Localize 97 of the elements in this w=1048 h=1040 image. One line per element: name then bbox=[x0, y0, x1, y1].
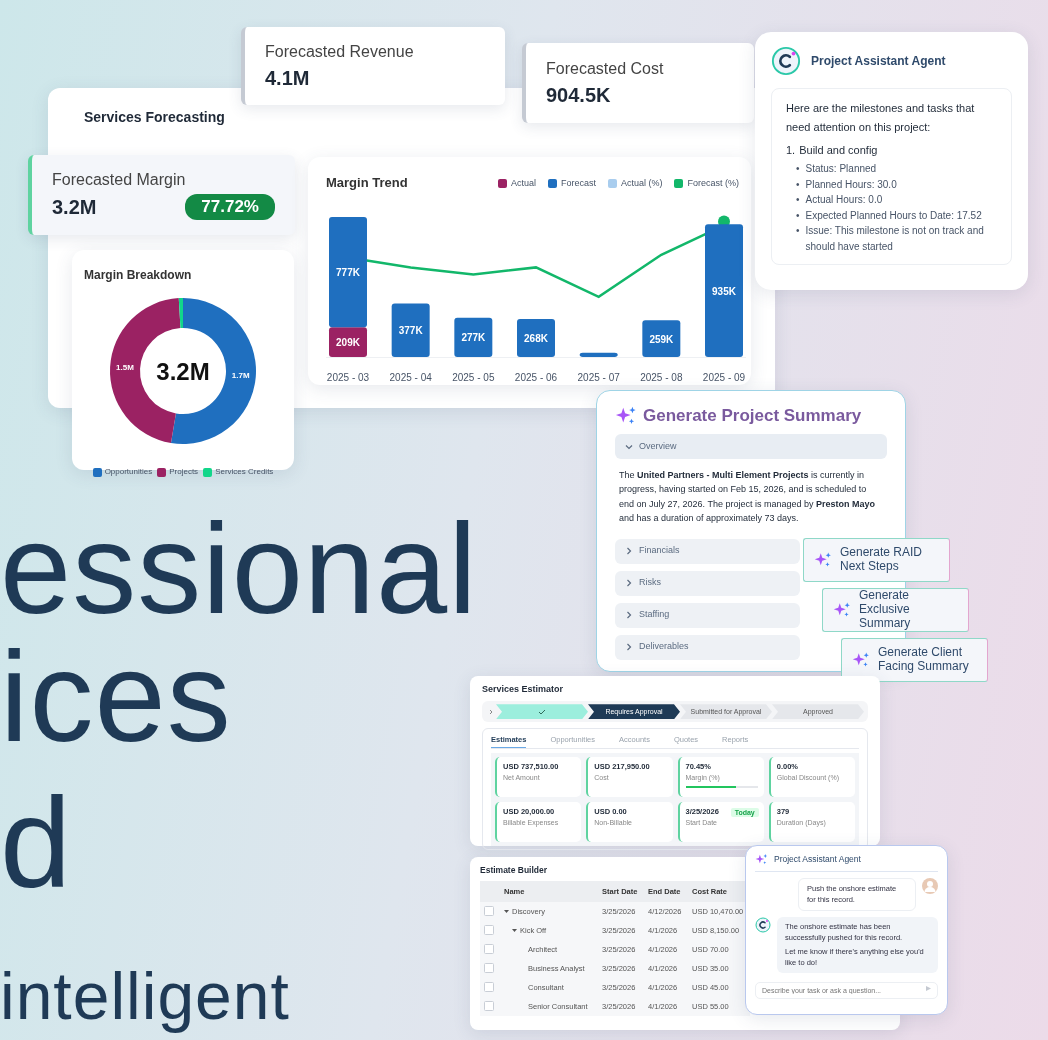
x-axis-label: 2025 - 08 bbox=[640, 372, 683, 384]
chevron-icon bbox=[625, 442, 633, 451]
bar-value-label: 209K bbox=[336, 337, 360, 349]
kpi-value: 4.1M bbox=[265, 65, 311, 91]
card-title: Estimate Builder bbox=[480, 865, 549, 876]
x-axis-label: 2025 - 09 bbox=[702, 372, 746, 384]
bar bbox=[454, 317, 493, 358]
list-number: 1. bbox=[786, 143, 796, 158]
legend-label: Forecast (%) bbox=[687, 177, 739, 189]
kpi-value: 904.5K bbox=[546, 82, 612, 108]
generate-button[interactable]: Generate Exclusive Summary bbox=[822, 588, 969, 632]
chevron-icon bbox=[625, 579, 633, 588]
chevron-icon bbox=[625, 547, 633, 556]
accordion-header[interactable]: Financials bbox=[615, 538, 800, 564]
legend-swatch bbox=[547, 178, 557, 188]
check-icon bbox=[538, 707, 546, 716]
bar bbox=[391, 303, 430, 358]
legend-label: Actual (%) bbox=[620, 177, 663, 189]
bullet-item: Status: Planned bbox=[805, 162, 877, 177]
row-checkbox[interactable] bbox=[484, 906, 494, 917]
x-axis-label: 2025 - 07 bbox=[577, 372, 620, 384]
accordion-header[interactable]: Risks bbox=[615, 570, 800, 596]
send-icon[interactable] bbox=[925, 985, 932, 992]
bullet-marker: • bbox=[796, 208, 800, 223]
generate-button[interactable]: Generate Client Facing Summary bbox=[841, 638, 988, 682]
bar-value-label: 277K bbox=[461, 332, 486, 344]
bar-value-label: 259K bbox=[649, 333, 674, 345]
segment-value-label: 1.7M bbox=[231, 370, 250, 381]
legend-swatch bbox=[497, 178, 507, 188]
generate-button[interactable]: Generate RAID Next Steps bbox=[803, 538, 950, 582]
bullet-marker: • bbox=[796, 193, 800, 208]
logo-icon bbox=[755, 917, 771, 933]
bar-value-label: 935K bbox=[712, 285, 736, 297]
legend-label: Forecast bbox=[560, 177, 596, 189]
bar bbox=[579, 353, 618, 358]
bar-value-label: 268K bbox=[524, 333, 548, 345]
chart-title: Margin Trend bbox=[326, 175, 408, 192]
legend-swatch bbox=[157, 467, 167, 477]
accordion-header[interactable]: Overview bbox=[615, 434, 887, 459]
donut-center-value: 3.2M bbox=[156, 357, 210, 387]
sparkle-icon bbox=[755, 853, 768, 866]
x-axis-label: 2025 - 04 bbox=[389, 372, 432, 384]
legend-label: Projects bbox=[169, 467, 199, 477]
segment-value-label: 1.5M bbox=[116, 362, 134, 373]
bullet-marker: • bbox=[796, 162, 800, 177]
bullet-item: Actual Hours: 0.0 bbox=[805, 193, 883, 208]
bullet-item: Expected Planned Hours to Date: 17.52 bbox=[805, 208, 982, 223]
assistant-title: Project Assistant Agent bbox=[811, 53, 946, 69]
bullet-marker: • bbox=[796, 224, 800, 239]
summary-title: Generate Project Summary bbox=[643, 405, 862, 427]
chevron-icon bbox=[625, 643, 633, 652]
summary-paragraph: The United Partners - Multi Element Projects is currently in progress, having started on Feb 15, 2026, and is scheduled to end on July 27, 2026. The project is managed by Preston Mayo and has a duration of approximately 73 days. bbox=[619, 469, 876, 526]
kpi-label: Forecasted Margin bbox=[52, 170, 187, 190]
x-axis-label: 2025 - 05 bbox=[452, 372, 495, 384]
kpi-label: Forecasted Revenue bbox=[265, 41, 415, 62]
hero-heading-line: d bbox=[0, 779, 73, 907]
bullet-item: Issue: This milestone is not on track and should have started bbox=[805, 224, 985, 254]
row-checkbox[interactable] bbox=[484, 944, 494, 955]
bullet-marker: • bbox=[796, 177, 800, 192]
row-checkbox[interactable] bbox=[484, 982, 494, 993]
hero-heading-line: ices bbox=[0, 633, 232, 761]
expand-caret-icon[interactable] bbox=[504, 908, 509, 914]
x-axis-label: 2025 - 06 bbox=[514, 372, 558, 384]
accordion-header[interactable]: Staffing bbox=[615, 602, 800, 628]
legend-label: Actual bbox=[510, 177, 536, 189]
row-checkbox[interactable] bbox=[484, 925, 494, 936]
bar-value-label: 377K bbox=[398, 325, 423, 337]
legend-swatch bbox=[92, 467, 102, 477]
sparkle-icon bbox=[615, 405, 637, 427]
logo-icon bbox=[771, 46, 801, 76]
list-title: Build and config bbox=[799, 143, 878, 158]
kpi-label: Forecasted Cost bbox=[546, 58, 665, 79]
legend-label: Opportunities bbox=[104, 467, 153, 477]
avatar-icon bbox=[922, 878, 938, 894]
hero-heading-line: essional bbox=[0, 505, 478, 633]
bar bbox=[517, 319, 555, 358]
sparkle-icon bbox=[833, 601, 851, 619]
panel-title: Services Forecasting bbox=[84, 109, 225, 125]
bar-value-label: 777K bbox=[336, 267, 360, 279]
bar bbox=[642, 320, 681, 358]
x-axis-label: 2025 - 03 bbox=[326, 372, 370, 384]
accordion-header[interactable]: Deliverables bbox=[615, 634, 800, 660]
bullet-item: Planned Hours: 30.0 bbox=[805, 177, 897, 192]
card-title: Services Estimator bbox=[482, 684, 565, 696]
chevron-icon bbox=[625, 611, 633, 620]
chart-title: Margin Breakdown bbox=[83, 268, 193, 283]
sparkle-icon bbox=[852, 651, 870, 669]
sparkle-icon bbox=[814, 551, 832, 569]
legend-swatch bbox=[203, 467, 213, 477]
expand-caret-icon[interactable] bbox=[512, 927, 517, 933]
legend-label: Services Credits bbox=[215, 467, 274, 477]
row-checkbox[interactable] bbox=[484, 1001, 494, 1012]
row-checkbox[interactable] bbox=[484, 963, 494, 974]
message-text: Here are the milestones and tasks that need attention on this project: bbox=[786, 101, 976, 136]
margin-percent-badge: 77.72% bbox=[185, 194, 275, 220]
chat-title: Project Assistant Agent bbox=[774, 854, 861, 865]
kpi-value: 3.2M bbox=[52, 194, 97, 220]
